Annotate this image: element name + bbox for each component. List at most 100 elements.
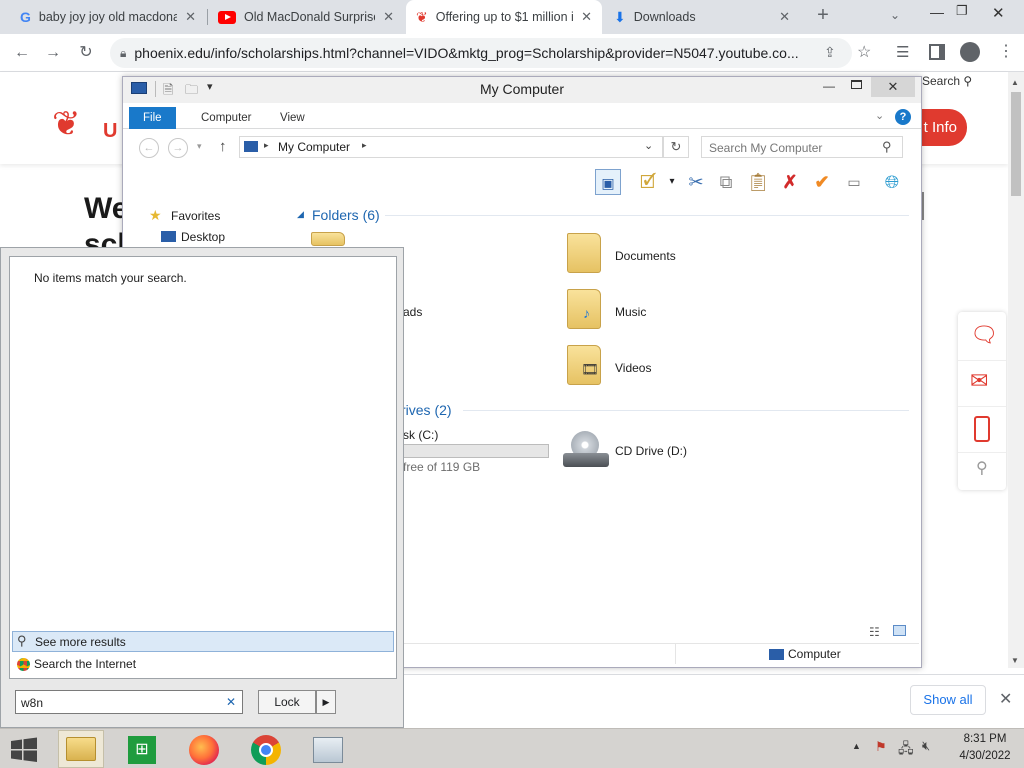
- accessibility-icon[interactable]: ⚲: [976, 458, 988, 478]
- phone-icon[interactable]: [974, 416, 990, 442]
- share-icon[interactable]: ⇪: [824, 44, 836, 61]
- close-tab-icon[interactable]: ✕: [581, 9, 592, 25]
- power-options-arrow-icon[interactable]: ▶: [316, 690, 336, 714]
- explorer-search-box[interactable]: Search My Computer ⚲: [701, 136, 903, 158]
- folder-label[interactable]: ads: [403, 305, 422, 319]
- show-all-downloads-button[interactable]: Show all: [910, 685, 986, 715]
- drive-c-label[interactable]: sk (C:): [403, 428, 438, 442]
- ribbon-tab-view[interactable]: View: [266, 107, 319, 129]
- folder-icon[interactable]: [311, 232, 345, 246]
- forward-icon[interactable]: →: [42, 42, 64, 64]
- collapse-folders-icon[interactable]: ◢: [297, 209, 304, 220]
- restore-window-icon[interactable]: ❐: [956, 3, 968, 19]
- tab-google-search[interactable]: G baby joy joy old macdonald ✕: [10, 0, 206, 34]
- reading-list-icon[interactable]: ☰: [896, 43, 909, 61]
- address-bar[interactable]: 🔒︎ phoenix.edu/info/scholarships.html?ch…: [110, 38, 852, 68]
- profile-avatar-icon[interactable]: [960, 42, 980, 62]
- folder-label[interactable]: Documents: [615, 249, 676, 263]
- tab-search-icon[interactable]: ⌄: [890, 8, 900, 22]
- menu-kebab-icon[interactable]: ⋮: [998, 41, 1014, 61]
- page-scrollbar[interactable]: ▲ ▼: [1008, 72, 1024, 668]
- folders-group-header[interactable]: Folders (6): [312, 207, 380, 223]
- expand-ribbon-icon[interactable]: ⌄: [875, 109, 884, 122]
- address-breadcrumb[interactable]: ▸ My Computer ▸ ⌄: [239, 136, 663, 158]
- file-explorer-taskbar-icon[interactable]: [58, 730, 104, 768]
- cut-icon[interactable]: ✂: [683, 169, 709, 195]
- back-icon[interactable]: ←: [11, 42, 33, 64]
- minimize-explorer-icon[interactable]: —: [823, 79, 835, 93]
- up-level-icon[interactable]: ↑: [219, 138, 227, 155]
- close-download-bar-icon[interactable]: ✕: [999, 689, 1012, 709]
- nav-favorites[interactable]: Favorites: [171, 209, 220, 223]
- ribbon-tab-computer[interactable]: Computer: [187, 107, 266, 129]
- bookmark-star-icon[interactable]: ☆: [857, 42, 871, 62]
- close-tab-icon[interactable]: ✕: [779, 9, 790, 25]
- recent-locations-icon[interactable]: ▾: [197, 141, 202, 152]
- clear-search-icon[interactable]: ✕: [226, 695, 236, 709]
- network-icon[interactable]: 🖧︎: [898, 738, 914, 762]
- tab-youtube[interactable]: Old MacDonald Surprise Eggs ✕: [208, 0, 404, 34]
- store-taskbar-icon[interactable]: ⊞: [120, 733, 164, 767]
- search-internet-item[interactable]: Search the Internet: [12, 654, 394, 675]
- show-hidden-icons-icon[interactable]: ▲: [852, 741, 861, 751]
- folder-label[interactable]: Music: [615, 305, 646, 319]
- minimize-window-icon[interactable]: —: [930, 4, 944, 20]
- start-button[interactable]: [2, 733, 46, 767]
- phoenix-logo-icon[interactable]: ❦: [52, 104, 81, 144]
- reload-icon[interactable]: ↻: [75, 42, 97, 64]
- close-tab-icon[interactable]: ✕: [383, 9, 394, 25]
- breadcrumb-item[interactable]: My Computer: [278, 140, 350, 154]
- lock-button[interactable]: Lock: [258, 690, 316, 714]
- task-manager-taskbar-icon[interactable]: [306, 733, 350, 767]
- properties-icon[interactable]: 🗹: [635, 169, 661, 195]
- chevron-right-icon[interactable]: ▸: [362, 140, 367, 151]
- paste-icon[interactable]: 📋︎: [745, 169, 771, 195]
- email-icon[interactable]: ✉: [970, 368, 988, 394]
- select-all-icon[interactable]: ▭: [841, 169, 867, 195]
- chevron-right-icon[interactable]: ▸: [264, 140, 269, 151]
- globe-icon[interactable]: 🌐︎: [879, 169, 905, 195]
- new-tab-button[interactable]: +: [811, 4, 835, 30]
- nav-desktop[interactable]: Desktop: [181, 230, 225, 244]
- address-dropdown-icon[interactable]: ⌄: [644, 139, 653, 152]
- start-search-input[interactable]: w8n ✕: [15, 690, 243, 714]
- ribbon-tab-file[interactable]: File: [129, 107, 176, 129]
- help-icon[interactable]: ?: [895, 109, 911, 125]
- drive-d-label[interactable]: CD Drive (D:): [615, 444, 687, 458]
- details-view-icon[interactable]: ☷: [869, 625, 880, 639]
- scroll-down-icon[interactable]: ▼: [1011, 656, 1019, 665]
- chat-icon[interactable]: 🗨︎: [970, 322, 998, 348]
- clock-time[interactable]: 8:31 PM: [950, 733, 1020, 745]
- firefox-taskbar-icon[interactable]: [182, 733, 226, 767]
- cd-drive-icon[interactable]: [563, 431, 609, 471]
- side-panel-icon[interactable]: [929, 44, 945, 60]
- maximize-explorer-icon[interactable]: [851, 80, 862, 89]
- properties-dropdown-icon[interactable]: ▾: [659, 169, 685, 195]
- scroll-thumb[interactable]: [1011, 92, 1021, 196]
- explorer-title-bar[interactable]: 🗎 🗀 ▾ My Computer — ✕: [123, 77, 921, 103]
- clock-date[interactable]: 4/30/2022: [950, 750, 1020, 762]
- documents-folder-icon[interactable]: [567, 233, 601, 273]
- large-icons-view-icon[interactable]: [893, 625, 906, 636]
- close-explorer-button[interactable]: ✕: [871, 77, 915, 97]
- search-icon[interactable]: ⚲: [882, 139, 892, 155]
- tab-phoenix-active[interactable]: ❦ Offering up to $1 million in ✕: [406, 0, 602, 34]
- preview-pane-icon[interactable]: ▣: [595, 169, 621, 195]
- explorer-forward-icon[interactable]: →: [168, 138, 188, 158]
- tab-downloads[interactable]: ⬇ Downloads ✕: [604, 0, 800, 34]
- action-center-flag-icon[interactable]: ⚑: [875, 739, 887, 755]
- volume-muted-icon[interactable]: 🔇︎: [922, 738, 930, 754]
- copy-icon[interactable]: ⧉: [713, 169, 739, 195]
- scroll-up-icon[interactable]: ▲: [1011, 78, 1019, 87]
- close-window-icon[interactable]: ✕: [992, 4, 1005, 22]
- chrome-taskbar-icon[interactable]: [244, 733, 288, 767]
- close-tab-icon[interactable]: ✕: [185, 9, 196, 25]
- refresh-icon[interactable]: ↻: [663, 136, 689, 158]
- delete-icon[interactable]: ✗: [777, 169, 803, 195]
- site-search-link[interactable]: Search ⚲: [922, 74, 972, 88]
- folder-label[interactable]: Videos: [615, 361, 651, 375]
- rename-check-icon[interactable]: ✔: [809, 169, 835, 195]
- explorer-back-icon[interactable]: ←: [139, 138, 159, 158]
- see-more-results-item[interactable]: ⚲ See more results: [12, 631, 394, 652]
- drives-group-header[interactable]: rives (2): [401, 402, 452, 418]
